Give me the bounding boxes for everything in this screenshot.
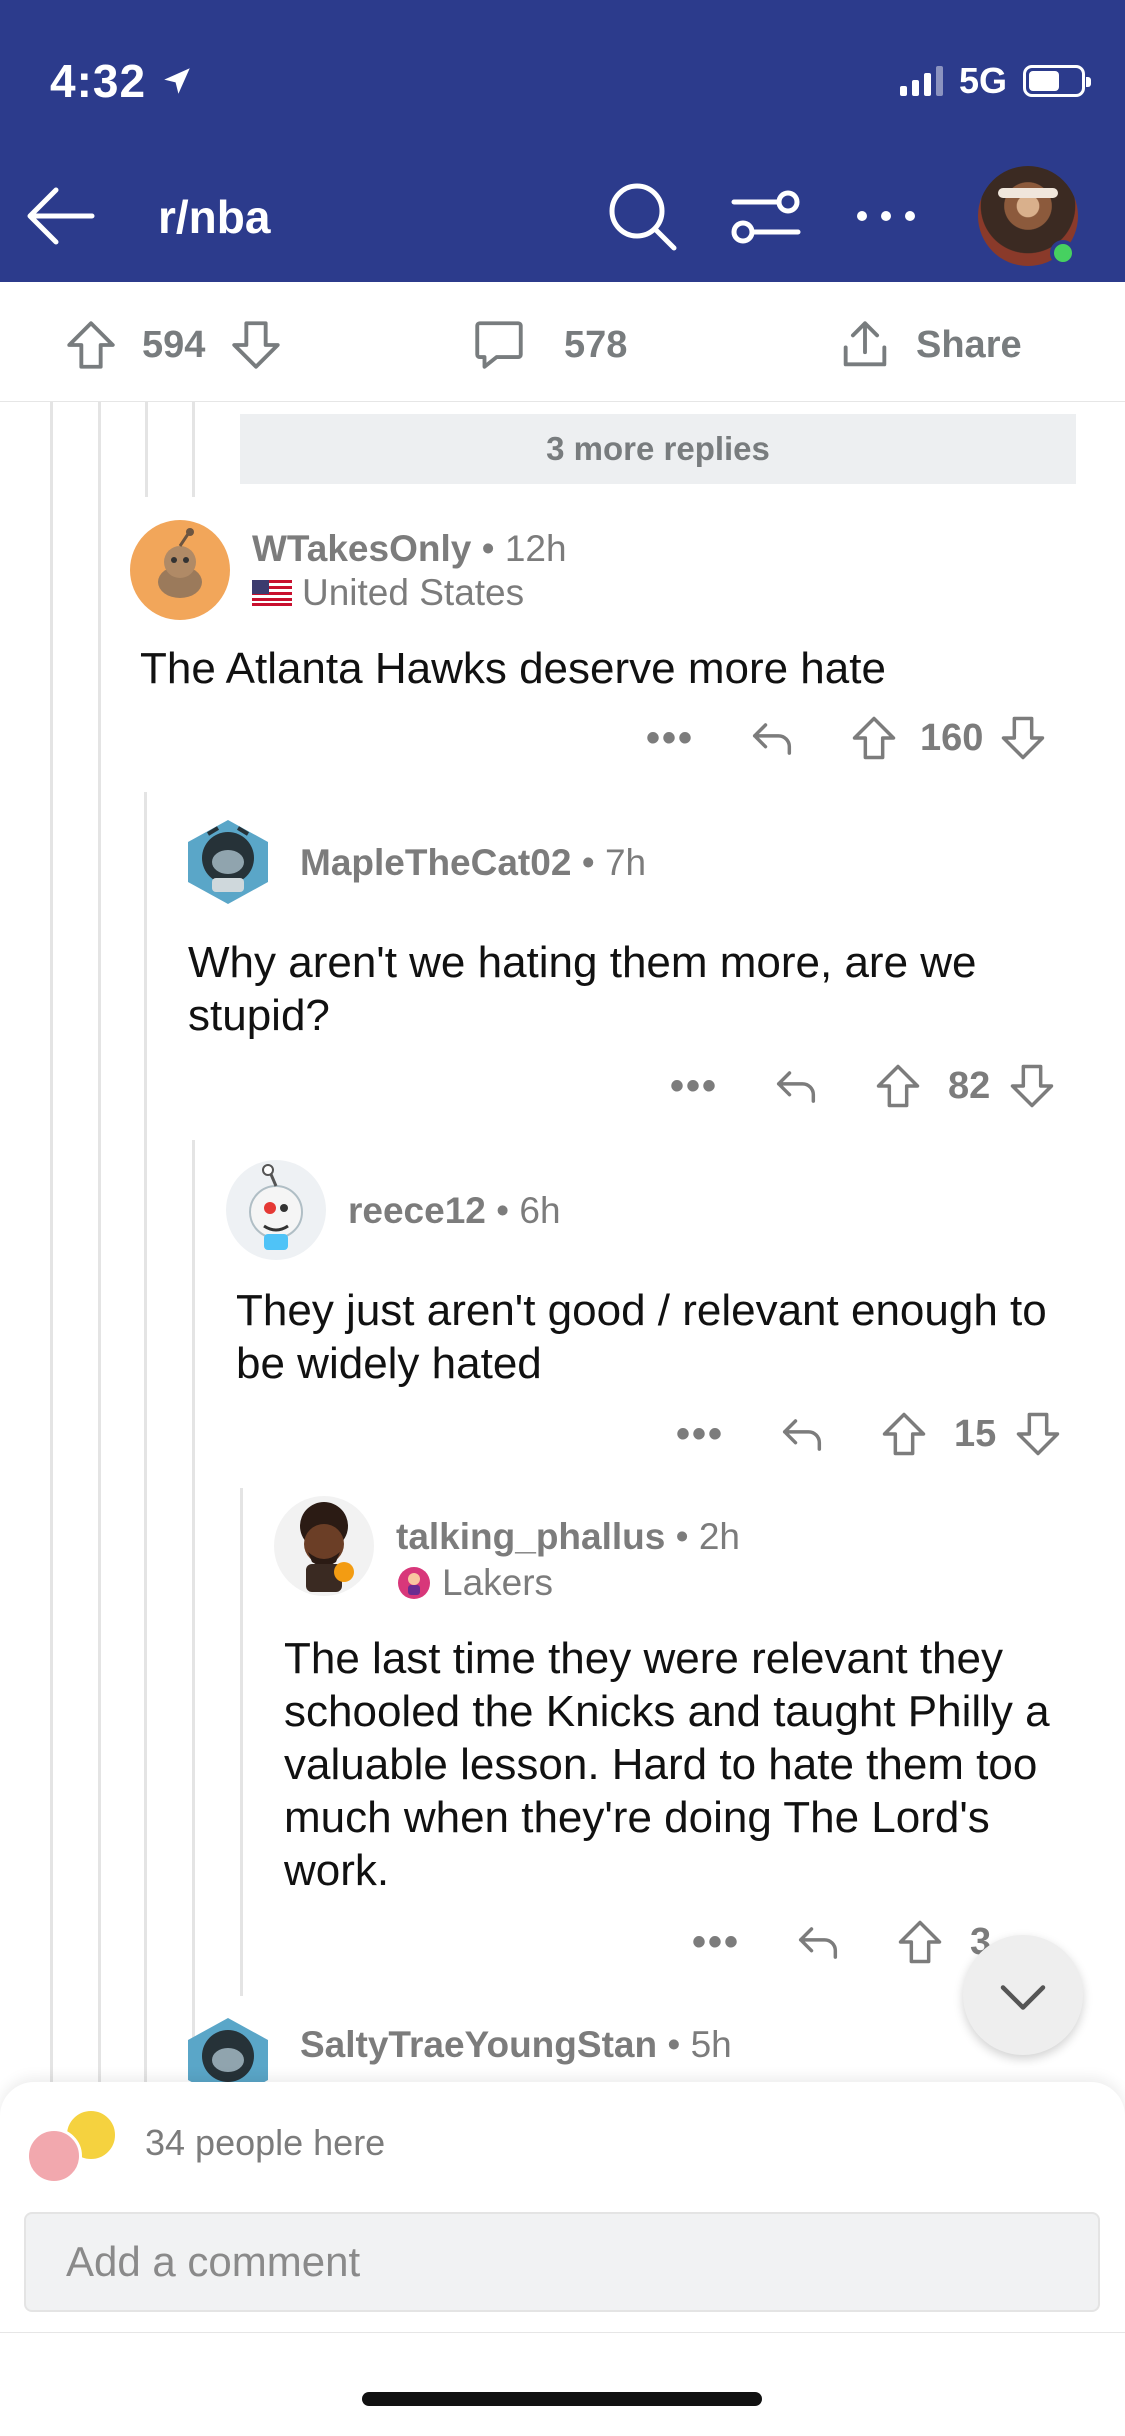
- comment-composer: 34 people here: [0, 2082, 1125, 2436]
- downvote-icon[interactable]: [1012, 1408, 1064, 1460]
- snoo-avatar-icon: [158, 528, 202, 598]
- thread-line[interactable]: [240, 1488, 243, 1996]
- comment-username[interactable]: talking_phallus • 2h: [396, 1516, 740, 1558]
- reply-icon[interactable]: [770, 1060, 822, 1112]
- thread-line[interactable]: [192, 1140, 195, 2082]
- presence-avatar: [26, 2128, 82, 2184]
- post-score: 594: [142, 323, 206, 366]
- status-indicators: 5G: [899, 60, 1091, 102]
- snoo-avatar-icon: [249, 1164, 303, 1250]
- comment-actions: ••• 160: [646, 712, 1049, 764]
- location-arrow-icon: [164, 68, 190, 94]
- signal-icon: [899, 66, 943, 96]
- thread-line[interactable]: [145, 402, 148, 497]
- more-options-icon[interactable]: •••: [646, 716, 694, 761]
- thread-line[interactable]: [144, 792, 147, 2082]
- share-icon: [843, 321, 887, 367]
- downvote-icon[interactable]: [227, 316, 285, 374]
- battery-icon: [1023, 65, 1091, 97]
- comment-actions: ••• 15: [676, 1408, 1064, 1460]
- comment-actions: ••• 82: [670, 1060, 1058, 1112]
- comment-username[interactable]: SaltyTraeYoungStan • 5h: [300, 2024, 732, 2066]
- more-options-icon[interactable]: •••: [670, 1064, 718, 1109]
- online-status-dot: [1050, 240, 1076, 266]
- back-arrow-icon[interactable]: [22, 178, 98, 254]
- scroll-down-button[interactable]: [963, 1935, 1083, 2055]
- reply-icon[interactable]: [776, 1408, 828, 1460]
- comment-avatar[interactable]: [130, 520, 230, 620]
- more-replies-button[interactable]: 3 more replies: [240, 414, 1076, 484]
- sort-filter-icon[interactable]: [728, 178, 804, 254]
- thread-line[interactable]: [192, 402, 195, 497]
- snoo-avatar-icon: [300, 1502, 354, 1592]
- user-flair: Lakers: [396, 1562, 553, 1604]
- comment-avatar[interactable]: [178, 2010, 278, 2082]
- us-flag-icon: [252, 580, 292, 606]
- thread-line[interactable]: [50, 402, 53, 2082]
- upvote-icon[interactable]: [848, 712, 900, 764]
- comment-body: The Atlanta Hawks deserve more hate: [140, 644, 886, 693]
- comment-score: 160: [920, 716, 984, 759]
- comment-score: 15: [954, 1412, 997, 1455]
- app-header: 4:32 5G r/nba: [0, 0, 1125, 282]
- comment-body: They just aren't good / relevant enough …: [236, 1286, 1047, 1388]
- comment-actions: ••• 3: [692, 1916, 991, 1968]
- search-icon[interactable]: [604, 178, 680, 254]
- more-options-icon[interactable]: [848, 178, 924, 254]
- presence-count: 34 people here: [145, 2122, 386, 2163]
- post-vote-group: 594: [62, 316, 285, 374]
- user-flair: United States: [252, 572, 524, 614]
- snoo-avatar-icon: [188, 820, 268, 904]
- comment-body: Why aren't we hating them more, are we s…: [188, 938, 977, 1040]
- comment-avatar[interactable]: [226, 1160, 326, 1260]
- comment-avatar[interactable]: [178, 812, 278, 912]
- upvote-icon[interactable]: [872, 1060, 924, 1112]
- share-label: Share: [916, 323, 1022, 366]
- home-indicator[interactable]: [362, 2392, 762, 2406]
- status-time: 4:32: [50, 54, 194, 108]
- subreddit-title[interactable]: r/nba: [158, 190, 270, 244]
- upvote-icon[interactable]: [894, 1916, 946, 1968]
- comments-button[interactable]: 578: [470, 316, 627, 374]
- divider: [0, 2332, 1125, 2333]
- more-options-icon[interactable]: •••: [676, 1412, 724, 1457]
- more-options-icon[interactable]: •••: [692, 1920, 740, 1965]
- comment-username[interactable]: reece12 • 6h: [348, 1190, 561, 1232]
- lakers-flair-icon: [398, 1567, 430, 1599]
- reply-icon[interactable]: [792, 1916, 844, 1968]
- snoo-avatar-icon: [188, 2018, 268, 2082]
- comment-username[interactable]: WTakesOnly • 12h: [252, 528, 567, 570]
- downvote-icon[interactable]: [1006, 1060, 1058, 1112]
- comment-score: 82: [948, 1064, 991, 1107]
- add-comment-input[interactable]: [24, 2212, 1100, 2312]
- comment-username[interactable]: MapleTheCat02 • 7h: [300, 842, 646, 884]
- comment-bubble-icon: [475, 321, 523, 369]
- share-button[interactable]: Share: [836, 316, 1022, 374]
- comment-count: 578: [564, 323, 628, 366]
- post-action-bar: 594 578 Share: [0, 282, 1125, 402]
- reply-icon[interactable]: [746, 712, 798, 764]
- network-label: 5G: [958, 60, 1007, 101]
- downvote-icon[interactable]: [997, 712, 1049, 764]
- thread-line[interactable]: [98, 402, 101, 2082]
- comment-body: The last time they were relevant they sc…: [284, 1634, 1050, 1895]
- upvote-icon[interactable]: [878, 1408, 930, 1460]
- chevron-down-icon: [1000, 1985, 1046, 2010]
- upvote-icon[interactable]: [62, 316, 120, 374]
- comment-avatar[interactable]: [274, 1496, 374, 1596]
